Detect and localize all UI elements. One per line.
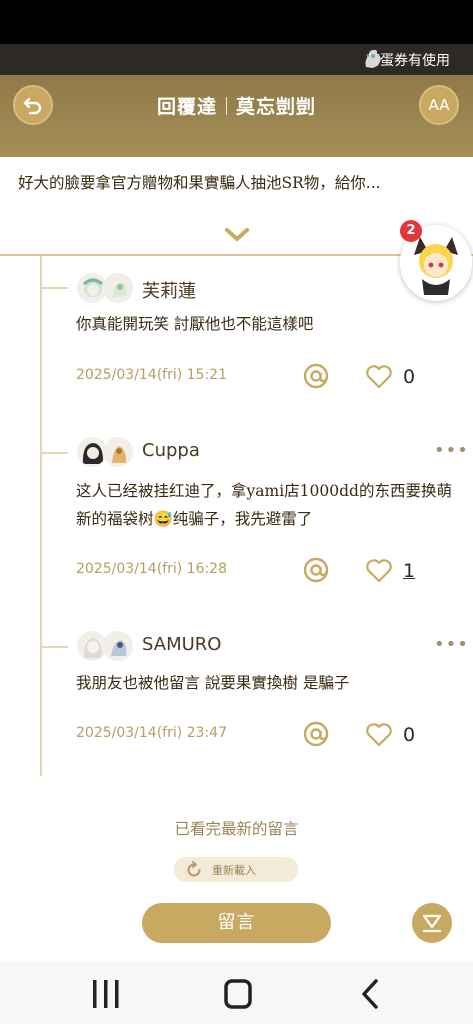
chevron-down-icon[interactable] xyxy=(224,226,250,244)
comment-button[interactable]: 留言 xyxy=(142,903,331,943)
back-nav-icon[interactable] xyxy=(352,978,388,1010)
avatar xyxy=(103,273,133,303)
title-reply-to: 回覆達 xyxy=(156,96,217,118)
thread-branch xyxy=(40,287,68,289)
heart-icon[interactable] xyxy=(365,722,393,748)
announcement-ticker[interactable]: 轉蛋券有使用 xyxy=(0,44,473,75)
more-icon[interactable]: ••• xyxy=(434,440,469,461)
avatar xyxy=(103,437,133,467)
avatar-group[interactable] xyxy=(77,631,135,663)
end-of-comments-text: 已看完最新的留言 xyxy=(174,820,299,838)
notification-badge: 2 xyxy=(400,220,422,242)
thread-branch xyxy=(40,452,68,454)
comment-text: 你真能開玩笑 討厭他也不能這樣吧 xyxy=(76,315,314,333)
commenter-name[interactable]: Cuppa xyxy=(142,440,200,461)
more-icon[interactable]: ••• xyxy=(434,634,469,655)
reload-button[interactable]: 重新載入 xyxy=(174,857,298,882)
system-nav-bar xyxy=(0,962,473,1024)
heart-icon[interactable] xyxy=(365,558,393,584)
avatar xyxy=(103,631,133,661)
title-username: 莫忘剴剴 xyxy=(236,96,317,118)
header-bar: 回覆達 莫忘剴剴 AA xyxy=(0,75,473,157)
reload-label: 重新載入 xyxy=(212,864,256,877)
comment-text: 这人已经被挂红迪了，拿yami店1000dd的东西要换萌新的福袋树😅纯骗子，我先… xyxy=(76,482,452,528)
at-icon[interactable] xyxy=(302,362,330,390)
font-size-button[interactable]: AA xyxy=(419,85,459,125)
reload-icon xyxy=(187,861,201,877)
scroll-bottom-icon xyxy=(422,914,442,933)
avatar-group[interactable] xyxy=(77,273,135,305)
status-bar xyxy=(0,0,473,44)
like-count: 0 xyxy=(403,724,416,746)
like-count: 0 xyxy=(403,366,416,388)
commenter-name[interactable]: SAMURO xyxy=(142,634,221,655)
post-excerpt[interactable]: 好大的臉要拿官方贈物和果實騙人抽池SR物，給你... xyxy=(18,171,458,193)
thread-line xyxy=(40,256,42,776)
comment-date: 2025/03/14(fri) 15:21 xyxy=(76,367,227,383)
like-count[interactable]: 1 xyxy=(403,560,415,582)
gacha-character-icon xyxy=(365,49,381,68)
home-icon[interactable] xyxy=(220,978,256,1010)
scroll-bottom-button[interactable] xyxy=(412,903,452,943)
at-icon[interactable] xyxy=(302,720,330,748)
comment-date: 2025/03/14(fri) 23:47 xyxy=(76,725,227,741)
at-icon[interactable] xyxy=(302,556,330,584)
thread-branch xyxy=(40,646,68,648)
comment-text: 我朋友也被他留言 說要果實換樹 是騙子 xyxy=(76,674,350,692)
avatar-group[interactable] xyxy=(77,437,135,469)
page-title: 回覆達 莫忘剴剴 xyxy=(0,92,473,119)
recent-apps-icon[interactable] xyxy=(88,978,124,1010)
comment-date: 2025/03/14(fri) 16:28 xyxy=(76,561,227,577)
heart-icon[interactable] xyxy=(365,364,393,390)
title-divider xyxy=(226,97,227,115)
font-size-icon: AA xyxy=(428,96,450,114)
commenter-name[interactable]: 芙莉蓮 xyxy=(142,277,196,303)
